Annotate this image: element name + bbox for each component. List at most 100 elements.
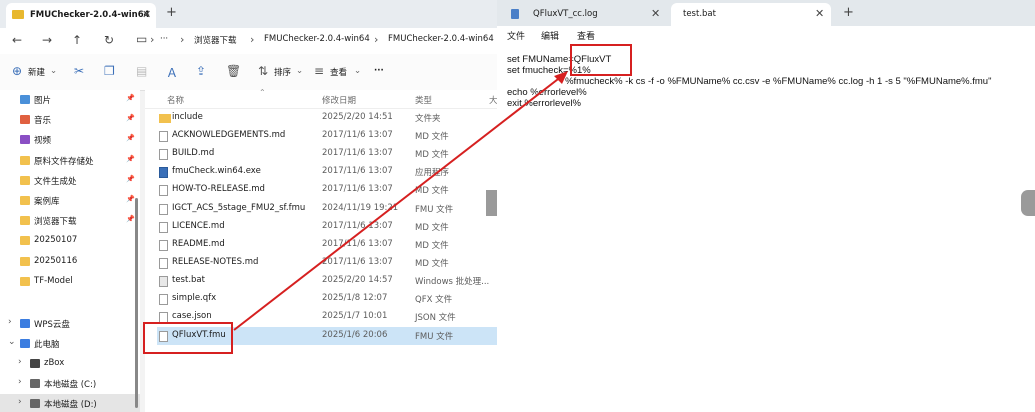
explorer-tab[interactable]: FMUChecker-2.0.4-win64 ✕ [6,3,156,28]
breadcrumb-more[interactable]: ··· [160,34,168,44]
file-icon [159,294,168,305]
file-type: JSON 文件 [415,313,456,324]
explorer-titlebar: FMUChecker-2.0.4-win64 ✕ + [0,0,497,28]
scroll-handle[interactable] [1021,190,1035,216]
sidebar-item[interactable]: 图片 📌 [0,90,140,110]
column-header-date[interactable]: 修改日期 [322,94,356,106]
refresh-icon[interactable]: ↻ [104,33,114,47]
tree-item[interactable]: ⌄ 此电脑 [0,334,140,354]
drive-icon [20,339,30,348]
sidebar-item[interactable]: 案例库 📌 [0,191,140,211]
sidebar-item[interactable]: 20250107 [0,231,140,251]
notepad-tab-active[interactable]: test.bat ✕ [671,3,831,26]
file-icon [159,167,168,179]
sidebar-item[interactable]: 20250116 [0,252,140,272]
text-line: exit %errorlevel% [507,98,581,109]
chevron-down-icon[interactable]: ⌄ [354,66,361,76]
file-row[interactable]: BUILD.md 2017/11/6 13:07 MD 文件 [157,145,497,163]
folder-icon [20,256,30,266]
drive-icon [30,359,40,368]
file-row[interactable]: IGCT_ACS_5stage_FMU2_sf.fmu 2024/11/19 19… [157,200,497,218]
drive-icon [30,379,40,388]
tree-item[interactable]: › 本地磁盘 (D:) [0,394,140,412]
breadcrumb-item[interactable]: FMUChecker-2.0.4-win64 [264,34,370,44]
file-date: 2025/2/20 14:51 [322,112,393,122]
file-row[interactable]: RELEASE-NOTES.md 2017/11/6 13:07 MD 文件 [157,254,497,272]
folder-icon [20,175,30,185]
column-header-type[interactable]: 类型 [415,94,432,106]
chevron-right-icon[interactable]: › [18,397,22,407]
sidebar-item[interactable]: 浏览器下载 📌 [0,211,140,231]
forward-arrow-icon[interactable]: → [42,33,52,47]
breadcrumb-item[interactable]: FMUChecker-2.0.4-win64 [388,34,494,44]
file-name: ACKNOWLEDGEMENTS.md [172,130,286,141]
file-row[interactable]: README.md 2017/11/6 13:07 MD 文件 [157,236,497,254]
file-row[interactable]: test.bat 2025/2/20 14:57 Windows 批处理... [157,272,497,290]
file-type: FMU 文件 [415,204,454,215]
chevron-right-icon[interactable]: › [18,377,22,387]
chevron-down-icon[interactable]: ⌄ [8,337,16,347]
plus-circle-icon[interactable]: ⊕ [12,64,22,78]
menu-edit[interactable]: 编辑 [541,29,559,42]
navigation-pane: 图片 📌 音乐 📌 视频 📌 原料文件存储处 📌 文件生成处 📌 案例库 📌 浏览器下载 📌 2025010… [0,90,140,412]
close-icon[interactable]: ✕ [815,7,824,20]
menu-file[interactable]: 文件 [507,29,525,42]
new-button[interactable]: 新建 [28,66,45,78]
pin-icon: 📌 [126,174,135,183]
monitor-icon[interactable]: ▭ [136,32,147,46]
file-date: 2025/1/6 20:06 [322,330,388,340]
chevron-right-icon[interactable]: › [8,317,12,327]
view-button[interactable]: 查看 [330,66,347,78]
paste-icon[interactable]: ▤ [136,64,147,78]
delete-icon[interactable]: 🗑 [226,64,241,78]
sidebar-item[interactable]: TF-Model [0,272,140,292]
sidebar-item-label: 视频 [34,136,52,147]
chevron-down-icon[interactable]: ⌄ [296,66,303,76]
file-row[interactable]: ACKNOWLEDGEMENTS.md 2017/11/6 13:07 MD 文件 [157,127,497,145]
chevron-down-icon[interactable]: ⌄ [50,66,57,76]
file-name: simple.qfx [172,293,217,303]
chevron-right-icon[interactable]: › [18,357,22,367]
sidebar-item[interactable]: 文件生成处 📌 [0,171,140,191]
more-options-button[interactable]: ··· [374,66,384,76]
close-icon[interactable]: ✕ [142,8,151,21]
file-type: 应用程序 [415,168,450,179]
back-arrow-icon[interactable]: ← [12,33,22,47]
share-icon[interactable]: ⇪ [196,64,206,78]
file-row[interactable]: LICENCE.md 2017/11/6 13:07 MD 文件 [157,218,497,236]
up-arrow-icon[interactable]: ↑ [72,33,82,47]
folder-icon [12,10,24,19]
copy-icon[interactable]: ❐ [104,64,115,78]
file-type: FMU 文件 [415,332,454,342]
sort-icon[interactable]: ⇅ [258,64,268,78]
new-tab-button[interactable]: + [843,5,854,20]
rename-icon[interactable]: Ａ [166,64,178,81]
sort-button[interactable]: 排序 [274,66,291,78]
pin-icon: 📌 [126,215,135,224]
file-row[interactable]: HOW-TO-RELEASE.md 2017/11/6 13:07 MD 文件 [157,181,497,199]
view-icon[interactable]: ≡ [314,64,324,78]
column-header-size[interactable]: 大 [489,94,497,106]
scroll-handle[interactable] [486,190,497,216]
file-row[interactable]: include 2025/2/20 14:51 文件夹 [157,109,497,127]
file-row[interactable]: fmuCheck.win64.exe 2017/11/6 13:07 应用程序 [157,163,497,181]
tree-item[interactable]: › zBox [0,354,140,374]
sidebar-item[interactable]: 音乐 📌 [0,110,140,130]
column-header-name[interactable]: 名称 [167,94,184,106]
annotation-box-fmuname [570,44,632,76]
close-icon[interactable]: ✕ [651,7,660,20]
cut-icon[interactable]: ✂ [74,64,84,78]
file-row[interactable]: simple.qfx 2025/1/8 12:07 QFX 文件 [157,290,497,308]
file-name: BUILD.md [172,148,215,159]
new-tab-button[interactable]: + [166,5,177,20]
breadcrumb-item[interactable]: 浏览器下载 [194,34,237,46]
file-icon [159,239,168,251]
notepad-tab[interactable]: QFluxVT_cc.log ✕ [501,3,667,26]
sidebar-item[interactable]: 视频 📌 [0,130,140,150]
tree-item[interactable]: › WPS云盘 [0,314,140,334]
pin-icon: 📌 [126,134,135,143]
sidebar-scrollbar[interactable] [135,198,138,408]
menu-view[interactable]: 查看 [577,29,595,42]
tree-item[interactable]: › 本地磁盘 (C:) [0,374,140,394]
sidebar-item[interactable]: 原料文件存储处 📌 [0,151,140,171]
